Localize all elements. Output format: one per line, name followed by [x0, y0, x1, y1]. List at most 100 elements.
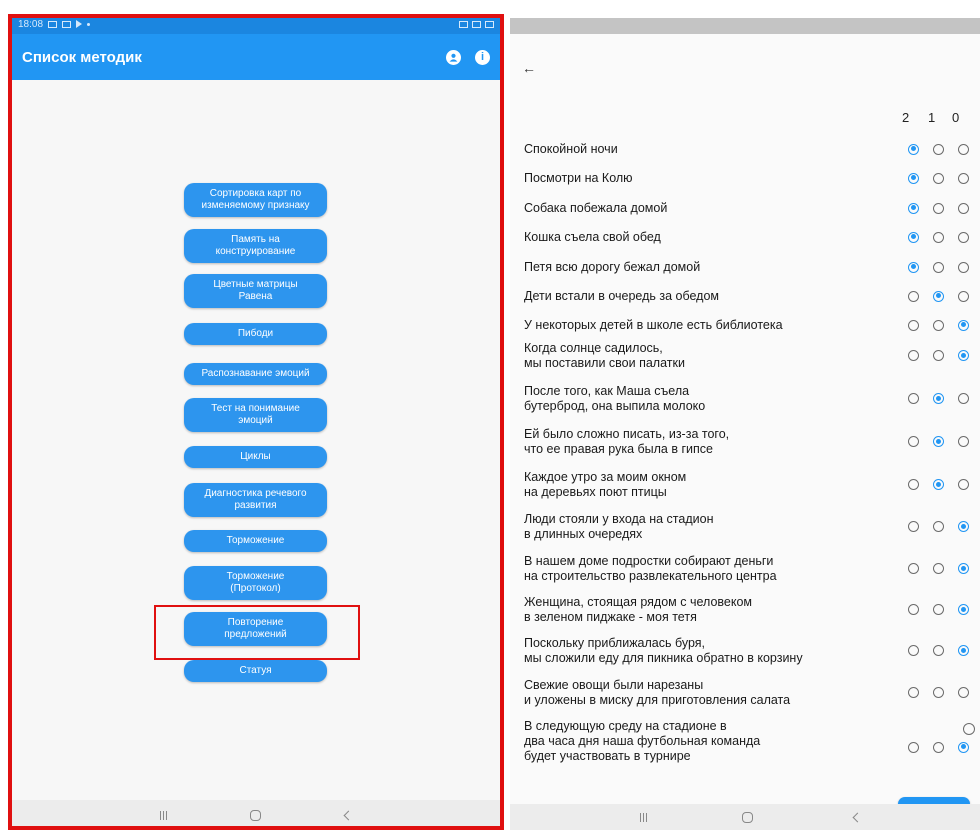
radio-score-1[interactable]: [933, 319, 944, 331]
radio-score-0[interactable]: [958, 741, 969, 753]
radio-score-0[interactable]: [958, 143, 969, 155]
home-icon[interactable]: [250, 809, 262, 821]
radio-score-1[interactable]: [933, 261, 944, 273]
method-button-statue[interactable]: Статуя: [184, 660, 327, 682]
radio-score-0[interactable]: [958, 202, 969, 214]
stray-radio-button[interactable]: [963, 723, 975, 735]
radio-score-1[interactable]: [933, 645, 944, 656]
app-bar: Список методик i: [8, 34, 504, 80]
radio-score-1[interactable]: [933, 479, 944, 490]
radio-score-2[interactable]: [908, 604, 919, 615]
radio-score-1[interactable]: [933, 521, 944, 532]
radio-score-1[interactable]: [933, 604, 944, 615]
radio-score-1[interactable]: [933, 741, 944, 753]
radio-score-0[interactable]: [958, 687, 969, 698]
back-nav-icon[interactable]: [343, 810, 354, 820]
method-button-raven-matrices[interactable]: Цветные матрицы Равена: [184, 274, 327, 308]
top-bar: [510, 18, 980, 34]
radio-score-2[interactable]: [908, 290, 919, 302]
column-header-1: 1: [928, 110, 936, 125]
navigation-bar: [8, 800, 504, 830]
back-arrow-icon[interactable]: ←: [522, 60, 536, 76]
radio-score-0[interactable]: [958, 436, 969, 447]
left-phone-screen: 18:08 Список методик i Сортировка карт п…: [8, 14, 504, 830]
radio-score-1[interactable]: [933, 350, 944, 361]
sentence-text: Люди стояли у входа на стадион в длинных…: [524, 512, 714, 541]
radio-score-0[interactable]: [958, 350, 969, 361]
radio-score-0[interactable]: [958, 479, 969, 490]
method-button-construction-memory[interactable]: Память на конструирование: [184, 229, 327, 263]
status-time: 18:08: [18, 18, 44, 30]
radio-score-1[interactable]: [933, 202, 944, 214]
sentence-text: В следующую среду на стадионе в два часа…: [524, 719, 761, 763]
radio-score-0[interactable]: [958, 521, 969, 532]
radio-score-0[interactable]: [958, 604, 969, 615]
column-header-2: 2: [902, 110, 910, 125]
radio-score-1[interactable]: [933, 290, 944, 302]
method-button-cycles[interactable]: Циклы: [184, 446, 327, 468]
radio-score-1[interactable]: [933, 231, 944, 243]
sentence-text: Поскольку приближалась буря, мы сложили …: [524, 636, 803, 665]
radio-score-2[interactable]: [908, 741, 919, 753]
radio-score-2[interactable]: [908, 319, 919, 331]
radio-score-0[interactable]: [958, 172, 969, 184]
page-title: Список методик: [22, 48, 142, 66]
method-button-inhibition-protocol[interactable]: Торможение (Протокол): [184, 566, 327, 600]
method-button-inhibition[interactable]: Торможение: [184, 530, 327, 552]
sentence-text: Когда солнце садилось, мы поставили свои…: [524, 341, 685, 370]
radio-score-2[interactable]: [908, 231, 919, 243]
back-nav-icon[interactable]: [852, 812, 863, 822]
radio-score-1[interactable]: [933, 393, 944, 404]
play-icon: [76, 20, 83, 28]
home-icon[interactable]: [742, 811, 753, 823]
account-icon[interactable]: [446, 49, 461, 65]
radio-score-2[interactable]: [908, 521, 919, 532]
radio-score-2[interactable]: [908, 172, 919, 184]
column-header-0: 0: [952, 110, 960, 125]
radio-score-2[interactable]: [908, 143, 919, 155]
method-button-peabody[interactable]: Пибоди: [184, 323, 327, 345]
sentence-text: В нашем доме подростки собирают деньги н…: [524, 554, 777, 583]
radio-score-0[interactable]: [958, 645, 969, 656]
radio-score-0[interactable]: [958, 261, 969, 273]
radio-score-2[interactable]: [908, 350, 919, 361]
radio-score-0[interactable]: [958, 393, 969, 404]
radio-score-2[interactable]: [908, 261, 919, 273]
signal-icon: [472, 20, 481, 28]
info-icon[interactable]: i: [475, 49, 490, 65]
radio-score-0[interactable]: [958, 563, 969, 574]
radio-score-1[interactable]: [933, 172, 944, 184]
sentence-text: Дети встали в очередь за обедом: [524, 289, 720, 303]
recent-apps-icon[interactable]: [159, 810, 167, 820]
radio-score-0[interactable]: [958, 290, 969, 302]
radio-score-1[interactable]: [933, 143, 944, 155]
sentence-text: У некоторых детей в школе есть библиотек…: [524, 318, 783, 332]
radio-score-2[interactable]: [908, 436, 919, 447]
wifi-icon: [459, 20, 468, 28]
navigation-bar-right: [510, 804, 980, 830]
radio-score-2[interactable]: [908, 645, 919, 656]
radio-score-2[interactable]: [908, 479, 919, 490]
sentence-text: Кошка съела свой обед: [524, 230, 661, 244]
radio-score-0[interactable]: [958, 319, 969, 331]
radio-score-2[interactable]: [908, 202, 919, 214]
method-button-emotion-recognition[interactable]: Распознавание эмоций: [184, 363, 327, 385]
radio-score-1[interactable]: [933, 687, 944, 698]
sentence-text: Собака побежала домой: [524, 201, 668, 215]
right-phone-screen: ← 2 1 0 Спокойной ночи Посмотри на Колю Со…: [510, 18, 980, 830]
battery-icon: [485, 20, 494, 28]
radio-score-2[interactable]: [908, 687, 919, 698]
method-button-card-sorting[interactable]: Сортировка карт по изменяемому признаку: [184, 183, 327, 217]
sentence-text: Посмотри на Колю: [524, 171, 633, 185]
sentence-text: Ей было сложно писать, из-за того, что е…: [524, 427, 730, 456]
radio-score-2[interactable]: [908, 563, 919, 574]
radio-score-1[interactable]: [933, 436, 944, 447]
method-button-emotion-understanding[interactable]: Тест на понимание эмоций: [184, 398, 327, 432]
radio-score-2[interactable]: [908, 393, 919, 404]
recent-apps-icon[interactable]: [640, 812, 647, 822]
radio-score-1[interactable]: [933, 563, 944, 574]
sentence-text: Петя всю дорогу бежал домой: [524, 260, 701, 274]
radio-score-0[interactable]: [958, 231, 969, 243]
method-button-speech-diagnostics[interactable]: Диагностика речевого развития: [184, 483, 327, 517]
sentence-text: Свежие овощи были нарезаны и уложены в м…: [524, 678, 791, 707]
